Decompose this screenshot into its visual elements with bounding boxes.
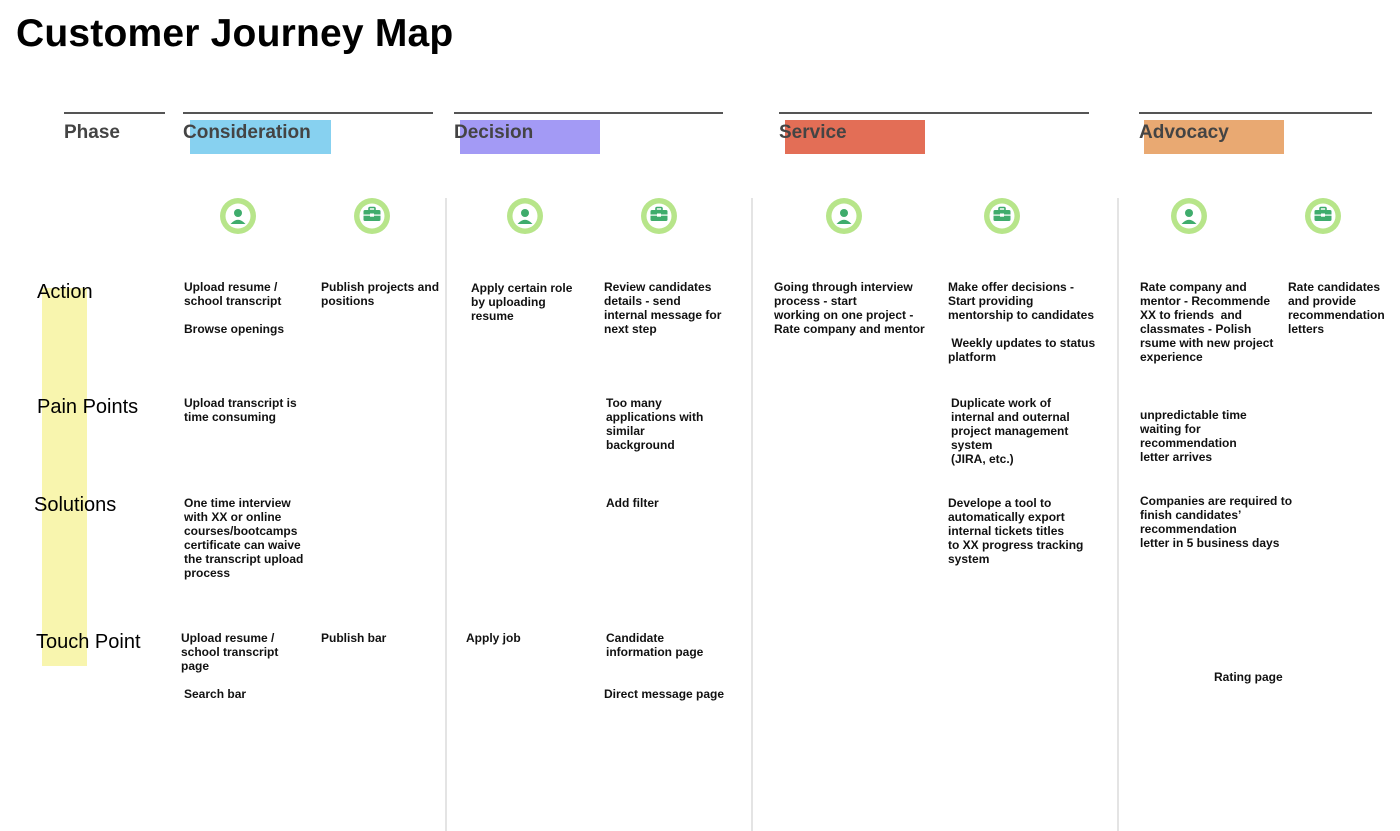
phase-advocacy: Advocacy <box>1139 122 1229 143</box>
briefcase-icon <box>354 198 390 234</box>
touch-cell-consideration-user: Upload resume / school transcript page <box>181 631 279 673</box>
user-icon <box>507 198 543 234</box>
briefcase-icon <box>1305 198 1341 234</box>
phase-service: Service <box>779 122 847 143</box>
touch-cell-decision-user: Apply job <box>466 631 521 645</box>
service-rule <box>779 112 1089 114</box>
column-divider <box>751 198 753 831</box>
solution-cell-decision-company: Add filter <box>606 496 659 510</box>
action-cell-service-user: Going through interview process - start … <box>774 280 925 336</box>
action-cell-service-company: Make offer decisions - Start providing m… <box>948 280 1095 322</box>
row-label-highlight <box>42 288 87 666</box>
action-cell-service-company-2: Weekly updates to status platform <box>948 336 1096 364</box>
row-label-pain-points: Pain Points <box>37 396 139 418</box>
briefcase-icon <box>641 198 677 234</box>
advocacy-rule <box>1139 112 1372 114</box>
action-cell-decision-company: Review candidates details - send interna… <box>604 280 722 336</box>
column-divider <box>1117 198 1119 831</box>
action-cell-decision-user: Apply certain role by uploading resume <box>471 281 573 323</box>
briefcase-icon <box>984 198 1020 234</box>
phase-header-label: Phase <box>64 122 120 143</box>
action-cell-consideration-user: Upload resume / school transcript <box>184 280 282 308</box>
pain-cell-advocacy-user: unpredictable time waiting for recommend… <box>1140 408 1247 464</box>
phase-consideration: Consideration <box>183 122 311 143</box>
row-label-action: Action <box>37 281 93 303</box>
touch-cell-consideration-company: Publish bar <box>321 631 387 645</box>
pain-cell-decision-company: Too many applications with similar backg… <box>606 396 704 452</box>
pain-cell-service-company: Duplicate work of internal and outernal … <box>951 396 1070 466</box>
user-icon <box>826 198 862 234</box>
action-cell-advocacy-user: Rate company and mentor - Recommende XX … <box>1140 280 1274 364</box>
page-title: Customer Journey Map <box>16 12 454 55</box>
touch-cell-consideration-user-2: Search bar <box>184 687 247 701</box>
touch-cell-advocacy: Rating page <box>1214 670 1283 684</box>
phase-decision: Decision <box>454 122 534 143</box>
row-label-solutions: Solutions <box>34 494 117 516</box>
pain-cell-consideration-user: Upload transcript is time consuming <box>184 396 297 424</box>
action-cell-consideration-company: Publish projects and positions <box>321 280 440 308</box>
touch-cell-decision-company: Candidate information page <box>606 631 704 659</box>
user-icon <box>220 198 256 234</box>
consideration-rule <box>183 112 433 114</box>
solution-cell-consideration-user: One time interview with XX or online cou… <box>184 496 304 580</box>
user-icon <box>1171 198 1207 234</box>
action-cell-advocacy-company: Rate candidates and provide recommendati… <box>1288 280 1385 336</box>
solution-cell-service-company: Develope a tool to automatically export … <box>948 496 1084 566</box>
action-cell-consideration-user-2: Browse openings <box>184 322 285 336</box>
row-label-touch-point: Touch Point <box>36 631 141 653</box>
column-divider <box>445 198 447 831</box>
touch-cell-decision-company-2: Direct message page <box>604 687 725 701</box>
decision-rule <box>454 112 723 114</box>
phase-header-rule <box>64 112 165 114</box>
solution-cell-advocacy-user: Companies are required to finish candida… <box>1140 494 1293 550</box>
